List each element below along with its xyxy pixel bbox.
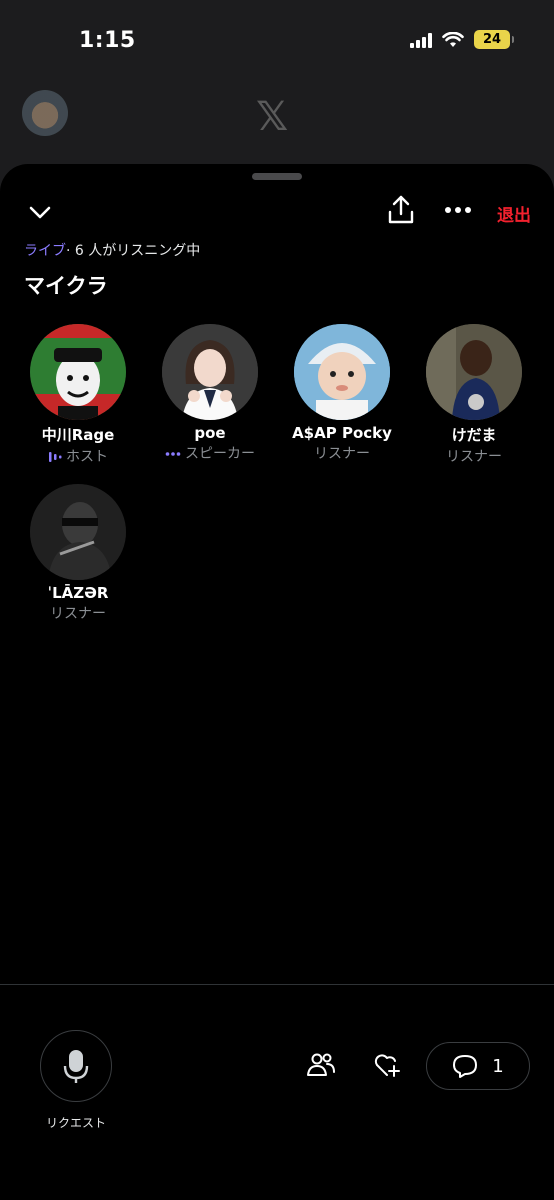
role-label: スピーカー	[185, 446, 255, 462]
avatar	[162, 324, 258, 420]
more-options-icon[interactable]	[442, 198, 474, 222]
spaces-sheet: 退出 ライブ· 6 人がリスニング中 マイクラ 中川Rage ホスト poe ス…	[0, 164, 554, 1200]
cellular-signal-icon	[410, 32, 432, 48]
avatar	[294, 324, 390, 420]
avatar	[30, 484, 126, 580]
participant-name: A$AP Pocky	[292, 424, 392, 442]
participant-role: リスナー	[50, 606, 106, 622]
participant-listener[interactable]: ˈLĀZƏR リスナー	[12, 484, 144, 623]
battery-icon: 24	[474, 30, 514, 49]
participant-speaker[interactable]: poe スピーカー	[144, 324, 276, 463]
x-logo-icon: 𝕏	[256, 94, 289, 140]
heart-add-icon[interactable]	[372, 1050, 402, 1080]
participant-role: ホスト	[12, 446, 144, 466]
wifi-icon	[442, 31, 464, 47]
comment-icon	[453, 1055, 478, 1078]
minimize-chevron-icon[interactable]	[26, 198, 54, 226]
listener-count: · 6 人がリスニング中	[66, 243, 201, 259]
participant-host[interactable]: 中川Rage ホスト	[12, 324, 144, 466]
profile-avatar	[22, 90, 68, 136]
live-status: ライブ· 6 人がリスニング中	[24, 240, 200, 260]
leave-button[interactable]: 退出	[497, 201, 531, 226]
space-title: マイクラ	[24, 274, 108, 298]
participant-role: リスナー	[314, 446, 370, 462]
participant-role: リスナー	[446, 449, 502, 465]
avatar	[426, 324, 522, 420]
avatar	[30, 324, 126, 420]
microphone-icon	[63, 1050, 89, 1083]
participant-name: poe	[194, 424, 226, 442]
role-label: ホスト	[66, 449, 108, 465]
participant-listener[interactable]: けだま リスナー	[408, 324, 540, 466]
speaker-dots-icon	[165, 452, 181, 456]
status-time: 1:15	[79, 28, 136, 53]
request-mic-button[interactable]	[40, 1030, 112, 1102]
participant-listener[interactable]: A$AP Pocky リスナー	[276, 324, 408, 463]
comments-button[interactable]: 1	[426, 1042, 530, 1090]
request-label: リクエスト	[45, 1116, 106, 1130]
speaking-bars-icon	[49, 452, 62, 462]
status-icons: 24	[410, 30, 514, 49]
sheet-grabber[interactable]	[252, 173, 302, 180]
participant-name: 中川Rage	[41, 426, 115, 444]
comment-count: 1	[492, 1055, 504, 1077]
bottom-divider	[0, 984, 554, 985]
participant-role: スピーカー	[144, 443, 276, 463]
participant-name: ˈLĀZƏR	[47, 584, 109, 602]
share-icon[interactable]	[386, 194, 416, 226]
participant-name: けだま	[451, 426, 497, 444]
people-icon[interactable]	[306, 1050, 336, 1080]
live-label: ライブ	[24, 243, 66, 259]
